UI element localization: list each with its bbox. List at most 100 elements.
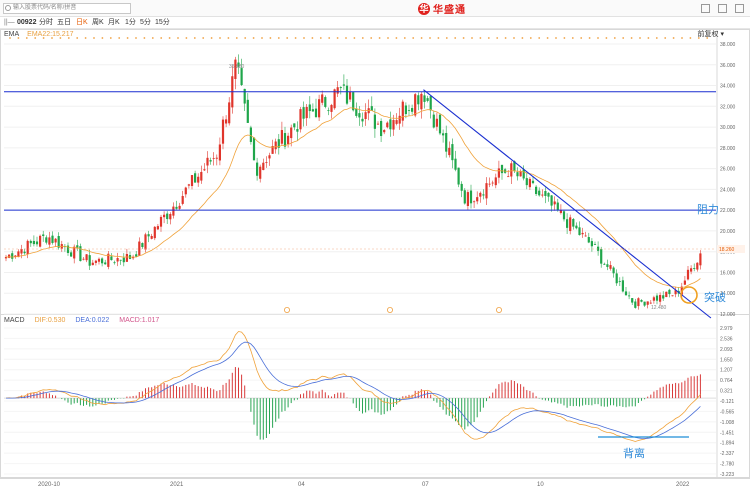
event-marker	[529, 37, 532, 39]
macd-tick-label: -1.008	[720, 420, 734, 426]
candle-body	[429, 96, 432, 111]
macd-tick-label: 2.979	[720, 326, 733, 332]
ema-legend-name: EMA	[4, 31, 20, 38]
candle-body	[665, 291, 668, 298]
candle-body	[122, 257, 125, 263]
event-marker	[193, 37, 196, 39]
candle-body	[299, 109, 302, 130]
price-tick-label: 36.000	[720, 63, 736, 69]
adjust-selector[interactable]: 前复权 ▾	[698, 30, 724, 40]
candle-body	[507, 176, 510, 178]
candle-body	[287, 135, 290, 145]
candle-body	[88, 255, 91, 266]
event-marker	[412, 37, 415, 39]
candle-body	[32, 240, 35, 245]
candle-body	[420, 93, 423, 110]
candle-body	[407, 110, 411, 111]
candle-body	[476, 197, 479, 202]
candle-body	[538, 190, 541, 196]
candle-body	[101, 258, 104, 264]
price-tick-label: 30.000	[720, 125, 736, 131]
candle-body	[280, 130, 283, 144]
candle-body	[97, 258, 101, 262]
resistance-label: 阻力	[697, 203, 719, 216]
candle-body	[327, 110, 330, 112]
candle-body	[593, 244, 597, 245]
event-marker	[185, 37, 188, 39]
event-marker	[580, 37, 583, 39]
candle-body	[163, 214, 166, 218]
event-marker	[261, 37, 263, 39]
candle-body	[256, 162, 259, 176]
divergence-label: 背离	[623, 446, 645, 460]
candle-body	[600, 248, 603, 264]
candle-body	[541, 194, 544, 196]
candle-body	[621, 280, 624, 292]
event-marker	[521, 37, 524, 39]
event-marker	[563, 37, 566, 39]
event-marker	[101, 37, 104, 39]
ema-legend: EMA EMA22:15.217	[4, 30, 73, 40]
event-marker	[143, 37, 146, 39]
candle-body	[417, 95, 420, 105]
macd-tick-label: -2.337	[720, 451, 734, 457]
kline-chart[interactable]: 38.000 36.000 34.000 32.000 30.000 28.000 26.0…	[0, 0, 750, 478]
price-tick-label: 24.000	[720, 187, 736, 193]
event-marker	[664, 37, 667, 39]
candle-body	[178, 205, 181, 209]
event-dot	[495, 306, 502, 313]
candle-body	[51, 235, 54, 243]
event-marker	[387, 37, 389, 39]
candle-body	[553, 201, 556, 205]
candle-body	[318, 99, 321, 118]
candle-body	[435, 118, 438, 127]
candle-body	[649, 302, 652, 304]
candle-body	[339, 87, 342, 89]
candle-body	[144, 234, 147, 250]
event-marker	[93, 37, 95, 39]
candle-body	[442, 133, 445, 136]
candle-body	[566, 219, 569, 228]
date-axis: 2020-10 2021 04 07 10 2022	[0, 478, 750, 492]
candle-body	[200, 171, 203, 181]
date-axis-label: 07	[422, 482, 429, 488]
candle-body	[510, 163, 513, 177]
event-marker	[605, 37, 608, 39]
event-marker	[227, 37, 230, 39]
candle-body	[23, 251, 26, 254]
event-marker	[353, 37, 356, 39]
candle-body	[584, 235, 587, 237]
event-marker	[235, 37, 238, 39]
macd-legend-dea: DEA:0.022	[75, 317, 110, 324]
event-marker	[202, 37, 205, 39]
candle-body	[240, 68, 243, 86]
event-marker	[319, 37, 322, 39]
candle-body	[389, 119, 392, 130]
candle-body	[324, 97, 327, 107]
candle-body	[141, 243, 144, 248]
event-dot	[386, 306, 393, 313]
candle-body	[85, 254, 88, 261]
candle-body	[380, 121, 383, 137]
candle-body	[336, 87, 339, 94]
candle-body	[615, 273, 618, 284]
candle-body	[662, 295, 665, 299]
candle-body	[243, 88, 246, 104]
candle-body	[268, 155, 271, 159]
candle-body	[683, 280, 686, 285]
candle-body	[82, 258, 85, 260]
candle-body	[153, 226, 156, 239]
macd-legend-macd: MACD:1.017	[119, 317, 160, 324]
candle-body	[376, 123, 380, 125]
event-marker	[118, 37, 121, 39]
candle-body	[587, 237, 590, 243]
event-marker	[370, 37, 373, 39]
candle-body	[575, 225, 578, 229]
price-tick-label: 12.000	[720, 312, 736, 318]
ema-legend-value: EMA22:15.217	[27, 31, 74, 38]
candle-body	[296, 129, 299, 132]
candle-body	[631, 298, 634, 303]
candle-body	[209, 160, 212, 162]
macd-tick-label: -0.121	[720, 399, 734, 405]
candle-body	[42, 234, 45, 236]
